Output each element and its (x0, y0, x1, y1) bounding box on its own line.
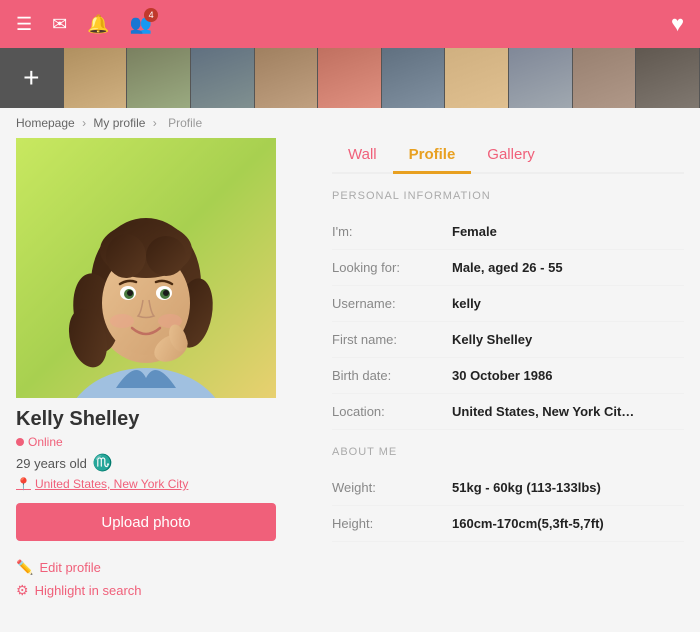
age-text: 29 years old (16, 456, 87, 471)
highlight-search-link[interactable]: ⚙ Highlight in search (16, 582, 316, 599)
profile-photo-svg (16, 138, 276, 398)
breadcrumb-my-profile[interactable]: My profile (93, 116, 145, 130)
profile-photo-container (16, 138, 276, 398)
personal-info-title: PERSONAL INFORMATION (332, 190, 684, 202)
info-row-height: Height: 160cm-170cm(5,3ft-5,7ft) (332, 506, 684, 542)
top-navigation: ☰ ✉ 🔔 👥 4 ♥ (0, 0, 700, 48)
strip-photo-3[interactable] (191, 48, 255, 108)
tab-wall[interactable]: Wall (332, 138, 393, 172)
edit-profile-label: Edit profile (39, 560, 100, 575)
looking-label: Looking for: (332, 260, 452, 275)
tab-wall-label: Wall (348, 146, 377, 163)
birthdate-label: Birth date: (332, 368, 452, 383)
firstname-value: Kelly Shelley (452, 332, 532, 347)
friends-badge: 4 (144, 8, 158, 22)
height-value: 160cm-170cm(5,3ft-5,7ft) (452, 516, 604, 531)
looking-value: Male, aged 26 - 55 (452, 260, 563, 275)
tab-gallery-label: Gallery (487, 146, 535, 163)
personal-info-section: PERSONAL INFORMATION I'm: Female Looking… (332, 190, 684, 430)
zodiac-symbol: ♏ (93, 453, 113, 473)
breadcrumb: Homepage › My profile › Profile (0, 108, 700, 138)
about-me-section: ABOUT ME Weight: 51kg - 60kg (113-133lbs… (332, 446, 684, 542)
notifications-icon[interactable]: 🔔 (87, 14, 109, 35)
main-layout: Kelly Shelley Online 29 years old ♏ 📍 Un… (0, 138, 700, 621)
info-row-weight: Weight: 51kg - 60kg (113-133lbs) (332, 470, 684, 506)
about-me-title: ABOUT ME (332, 446, 684, 458)
username-label: Username: (332, 296, 452, 311)
strip-photo-9[interactable] (573, 48, 637, 108)
menu-icon[interactable]: ☰ (16, 14, 32, 35)
strip-photo-4[interactable] (255, 48, 319, 108)
pencil-icon: ✏️ (16, 559, 33, 576)
info-row-looking: Looking for: Male, aged 26 - 55 (332, 250, 684, 286)
edit-profile-link[interactable]: ✏️ Edit profile (16, 559, 316, 576)
gender-label: I'm: (332, 224, 452, 239)
strip-photo-7[interactable] (445, 48, 509, 108)
breadcrumb-profile: Profile (168, 116, 202, 130)
online-status: Online (16, 435, 316, 449)
info-row-birthdate: Birth date: 30 October 1986 (332, 358, 684, 394)
add-photo-strip[interactable]: + (0, 48, 64, 108)
tab-profile[interactable]: Profile (393, 138, 472, 174)
info-row-gender: I'm: Female (332, 214, 684, 250)
height-label: Height: (332, 516, 452, 531)
strip-photo-10[interactable] (636, 48, 700, 108)
birthdate-value: 30 October 1986 (452, 368, 552, 383)
gender-value: Female (452, 224, 497, 239)
breadcrumb-homepage[interactable]: Homepage (16, 116, 75, 130)
location-label: Location: (332, 404, 452, 419)
username-value: kelly (452, 296, 481, 311)
weight-value: 51kg - 60kg (113-133lbs) (452, 480, 601, 495)
tab-gallery[interactable]: Gallery (471, 138, 551, 172)
strip-photo-6[interactable] (382, 48, 446, 108)
highlight-search-label: Highlight in search (35, 583, 142, 598)
profile-tabs: Wall Profile Gallery (332, 138, 684, 174)
right-column: Wall Profile Gallery PERSONAL INFORMATIO… (316, 138, 684, 605)
upload-photo-button[interactable]: Upload photo (16, 503, 276, 541)
location-text: United States, New York City (35, 477, 188, 491)
gear-icon: ⚙ (16, 582, 29, 599)
strip-photo-8[interactable] (509, 48, 573, 108)
info-row-firstname: First name: Kelly Shelley (332, 322, 684, 358)
breadcrumb-sep2: › (153, 116, 157, 130)
nav-left: ☰ ✉ 🔔 👥 4 (16, 14, 152, 35)
profile-name: Kelly Shelley (16, 408, 316, 431)
firstname-label: First name: (332, 332, 452, 347)
location-pin-icon: 📍 (16, 477, 31, 491)
age-zodiac: 29 years old ♏ (16, 453, 316, 473)
friends-icon[interactable]: 👥 4 (130, 14, 152, 35)
tab-profile-label: Profile (409, 146, 456, 163)
strip-photo-5[interactable] (318, 48, 382, 108)
strip-photo-2[interactable] (127, 48, 191, 108)
messages-icon[interactable]: ✉ (52, 14, 67, 35)
weight-label: Weight: (332, 480, 452, 495)
strip-photo-1[interactable] (64, 48, 128, 108)
favorite-icon[interactable]: ♥ (671, 11, 684, 37)
info-row-location: Location: United States, New York Cit… (332, 394, 684, 430)
online-label: Online (28, 435, 63, 449)
location-link[interactable]: 📍 United States, New York City (16, 477, 316, 491)
left-column: Kelly Shelley Online 29 years old ♏ 📍 Un… (16, 138, 316, 605)
info-row-username: Username: kelly (332, 286, 684, 322)
online-dot (16, 438, 24, 446)
photo-strip: + (0, 48, 700, 108)
breadcrumb-sep1: › (82, 116, 86, 130)
location-value: United States, New York Cit… (452, 404, 634, 419)
